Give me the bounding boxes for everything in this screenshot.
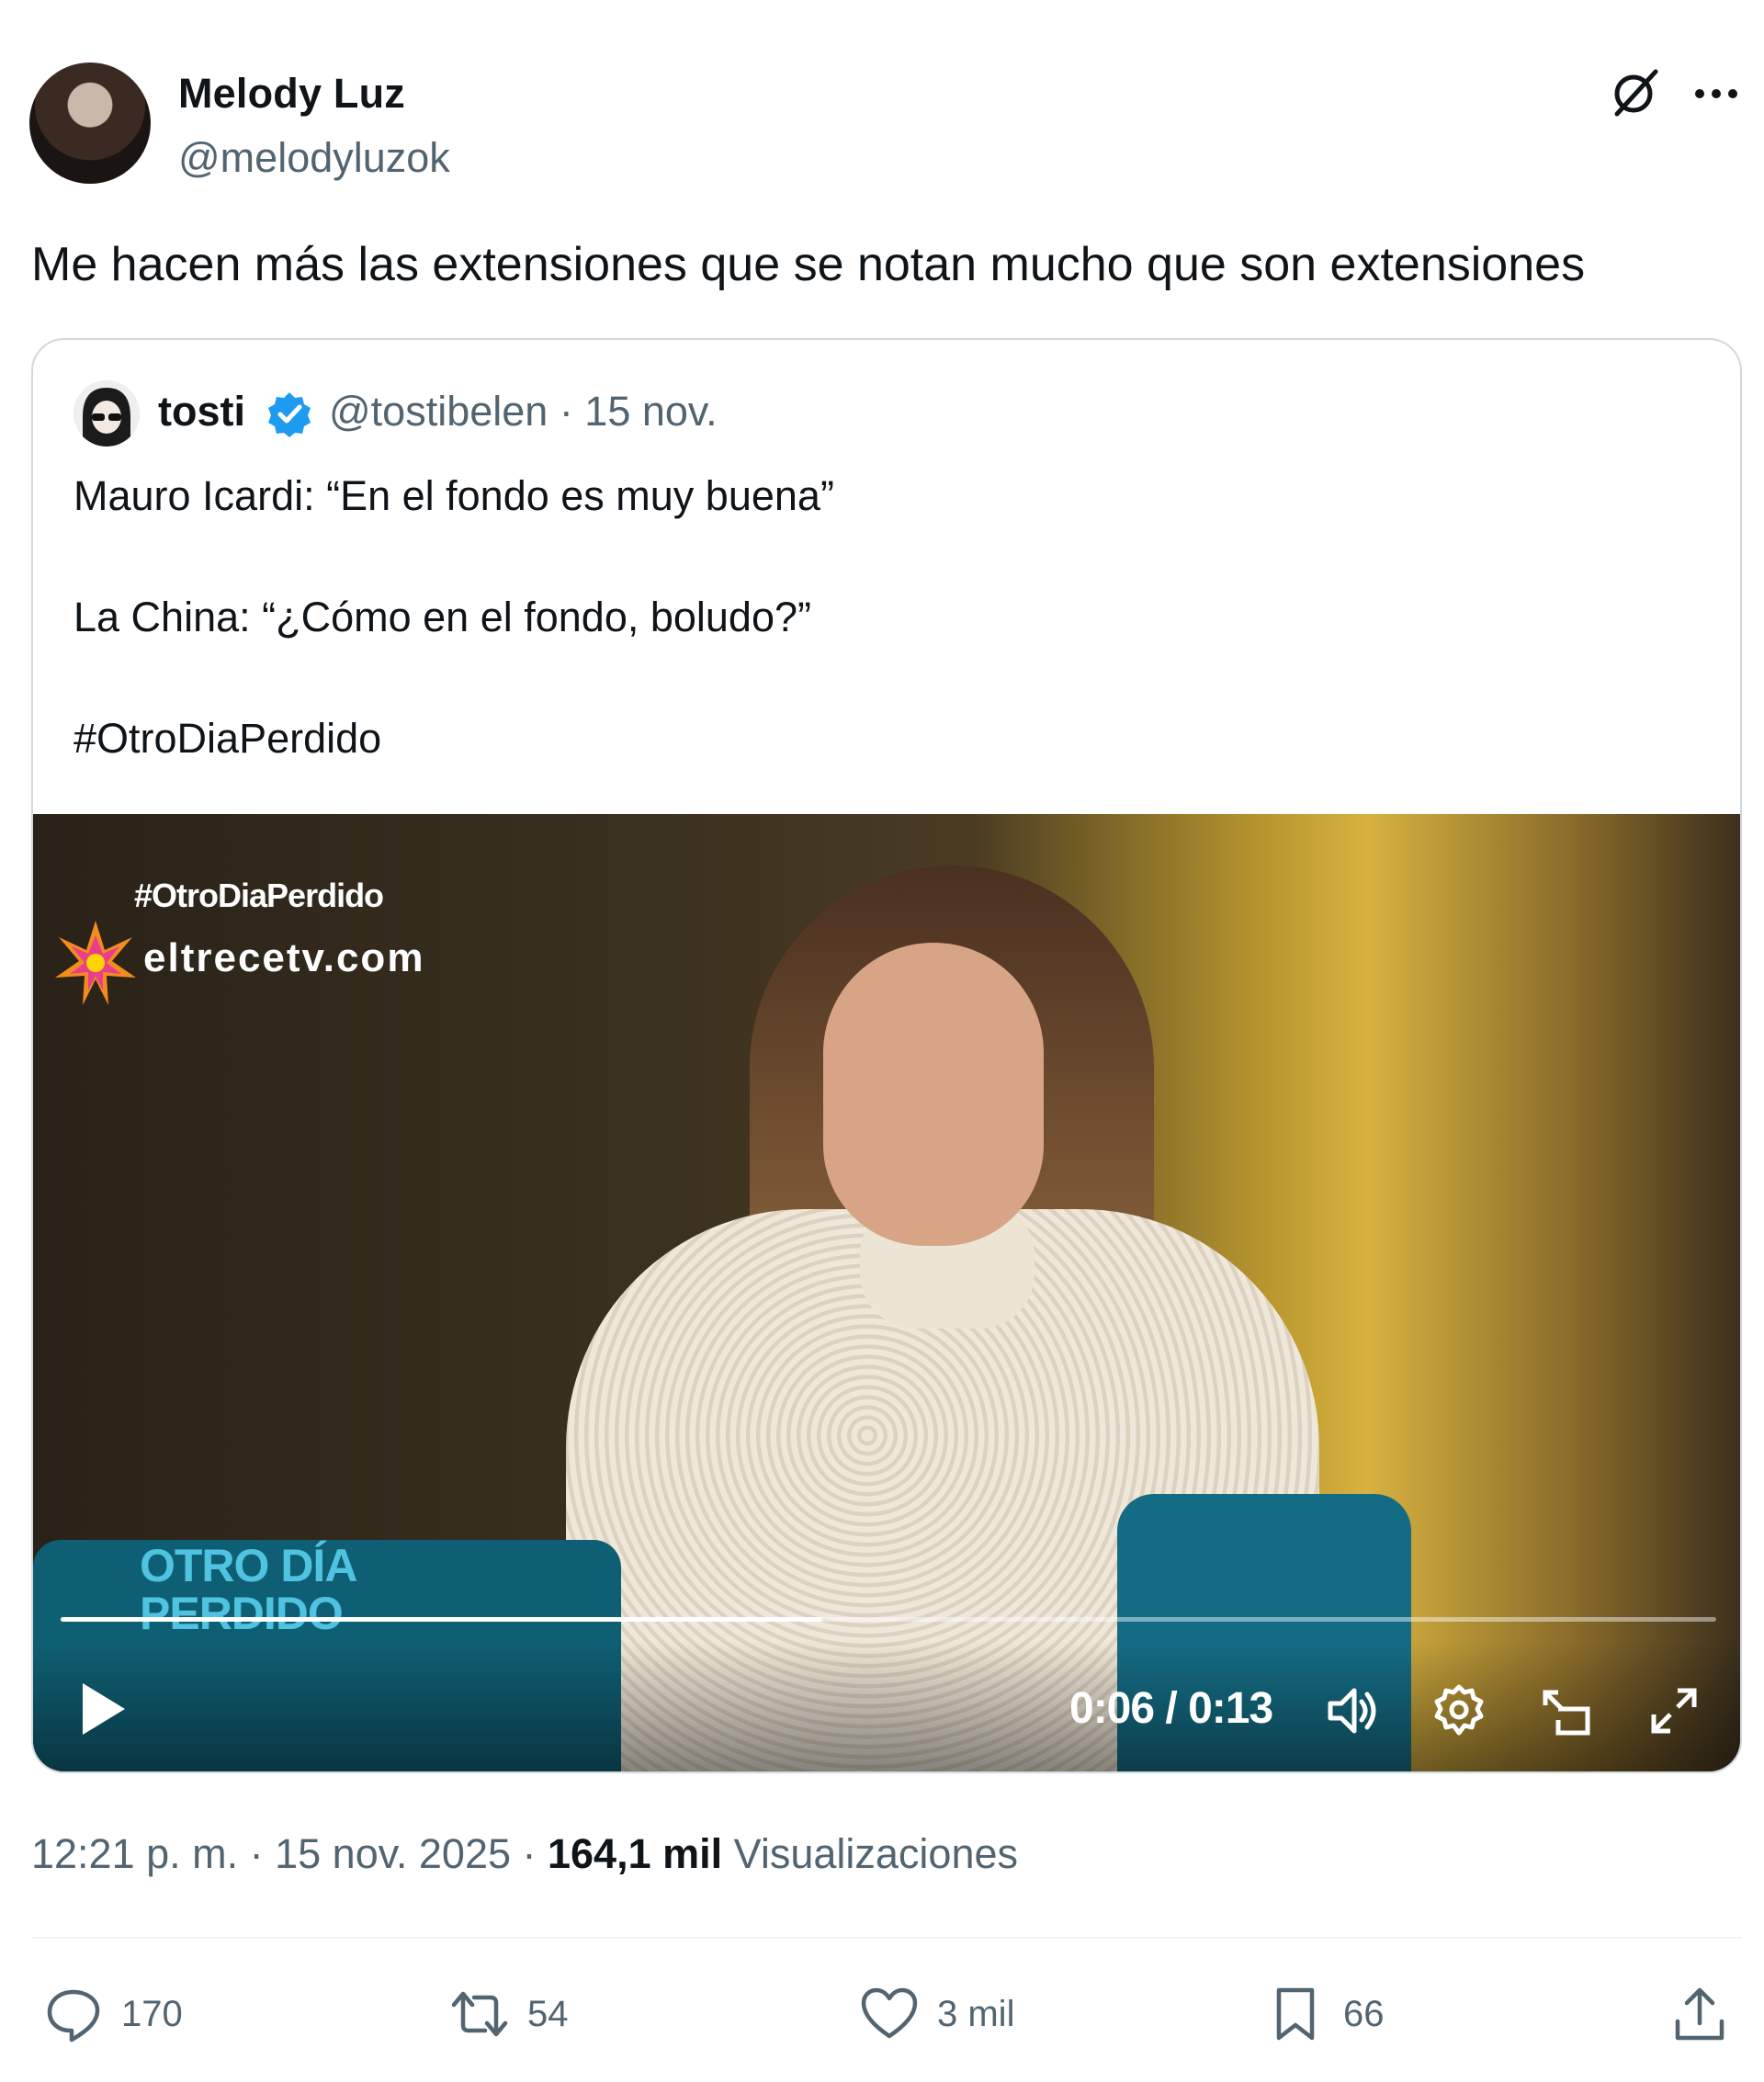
quoted-handle-date: @tostibelen · 15 nov. bbox=[329, 388, 718, 435]
video-progress-fill bbox=[61, 1617, 822, 1622]
reply-icon bbox=[47, 1989, 100, 2042]
divider bbox=[31, 1937, 1742, 1939]
video-overlay-hashtag: #OtroDiaPerdido bbox=[134, 877, 384, 914]
bookmark-button[interactable]: 66 bbox=[1266, 1977, 1385, 2051]
video-overlay-show-title: OTRO DÍA PERDIDO bbox=[140, 1540, 357, 1639]
repost-icon bbox=[451, 1991, 508, 2037]
verified-icon bbox=[268, 392, 311, 437]
views-label: Visualizaciones bbox=[733, 1830, 1019, 1877]
quoted-hashtag[interactable]: #OtroDiaPerdido bbox=[74, 715, 381, 763]
like-count: 3 mil bbox=[937, 1993, 1015, 2034]
video-overlay-site: eltrecetv.com bbox=[143, 935, 425, 980]
author-name[interactable]: Melody Luz bbox=[178, 70, 405, 118]
video-player[interactable]: #OtroDiaPerdido eltrecetv.com OTRO DÍA P… bbox=[33, 814, 1740, 1771]
tweet-header: Melody Luz @melodyluzok bbox=[0, 0, 1764, 211]
play-icon[interactable] bbox=[75, 1680, 130, 1738]
quoted-avatar[interactable] bbox=[74, 380, 140, 447]
tweet-timestamp[interactable]: 12:21 p. m. · 15 nov. 2025 · bbox=[31, 1830, 548, 1877]
volume-icon[interactable] bbox=[1323, 1681, 1382, 1740]
like-button[interactable]: 3 mil bbox=[860, 1977, 1014, 2051]
repost-button[interactable]: 54 bbox=[450, 1977, 569, 2051]
pip-icon[interactable] bbox=[1538, 1681, 1597, 1740]
video-progress-bar[interactable] bbox=[61, 1617, 1716, 1622]
show-title-line-1: OTRO DÍA bbox=[140, 1540, 357, 1591]
bookmark-icon bbox=[1276, 1987, 1315, 2041]
fullscreen-icon[interactable] bbox=[1645, 1681, 1703, 1740]
author-avatar[interactable] bbox=[29, 62, 151, 184]
settings-icon[interactable] bbox=[1430, 1681, 1488, 1740]
video-frame-face bbox=[823, 943, 1044, 1246]
author-handle[interactable]: @melodyluzok bbox=[178, 134, 450, 182]
tweet-meta: 12:21 p. m. · 15 nov. 2025 · 164,1 mil V… bbox=[31, 1830, 1018, 1878]
grok-icon[interactable] bbox=[1606, 62, 1665, 121]
quoted-name[interactable]: tosti bbox=[158, 388, 245, 436]
like-icon bbox=[861, 1987, 918, 2039]
reply-button[interactable]: 170 bbox=[44, 1977, 183, 2051]
show-title-line-2: PERDIDO bbox=[140, 1588, 344, 1639]
more-icon[interactable] bbox=[1689, 66, 1744, 121]
bookmark-count: 66 bbox=[1343, 1993, 1385, 2034]
eltrece-logo-icon bbox=[55, 921, 136, 1005]
reply-count: 170 bbox=[121, 1993, 183, 2034]
tweet-text: Me hacen más las extensiones que se nota… bbox=[31, 238, 1586, 291]
quoted-text-line-2: La China: “¿Cómo en el fondo, boludo?” bbox=[74, 594, 811, 640]
share-button[interactable] bbox=[1670, 1977, 1729, 2051]
views-count: 164,1 mil bbox=[548, 1830, 723, 1877]
repost-count: 54 bbox=[527, 1993, 569, 2034]
video-time: 0:06 / 0:13 bbox=[1069, 1684, 1273, 1733]
quoted-tweet[interactable]: tosti @tostibelen · 15 nov. Mauro Icardi… bbox=[31, 338, 1742, 1773]
quoted-text-line-1: Mauro Icardi: “En el fondo es muy buena” bbox=[74, 472, 834, 519]
share-icon bbox=[1675, 1987, 1724, 2041]
